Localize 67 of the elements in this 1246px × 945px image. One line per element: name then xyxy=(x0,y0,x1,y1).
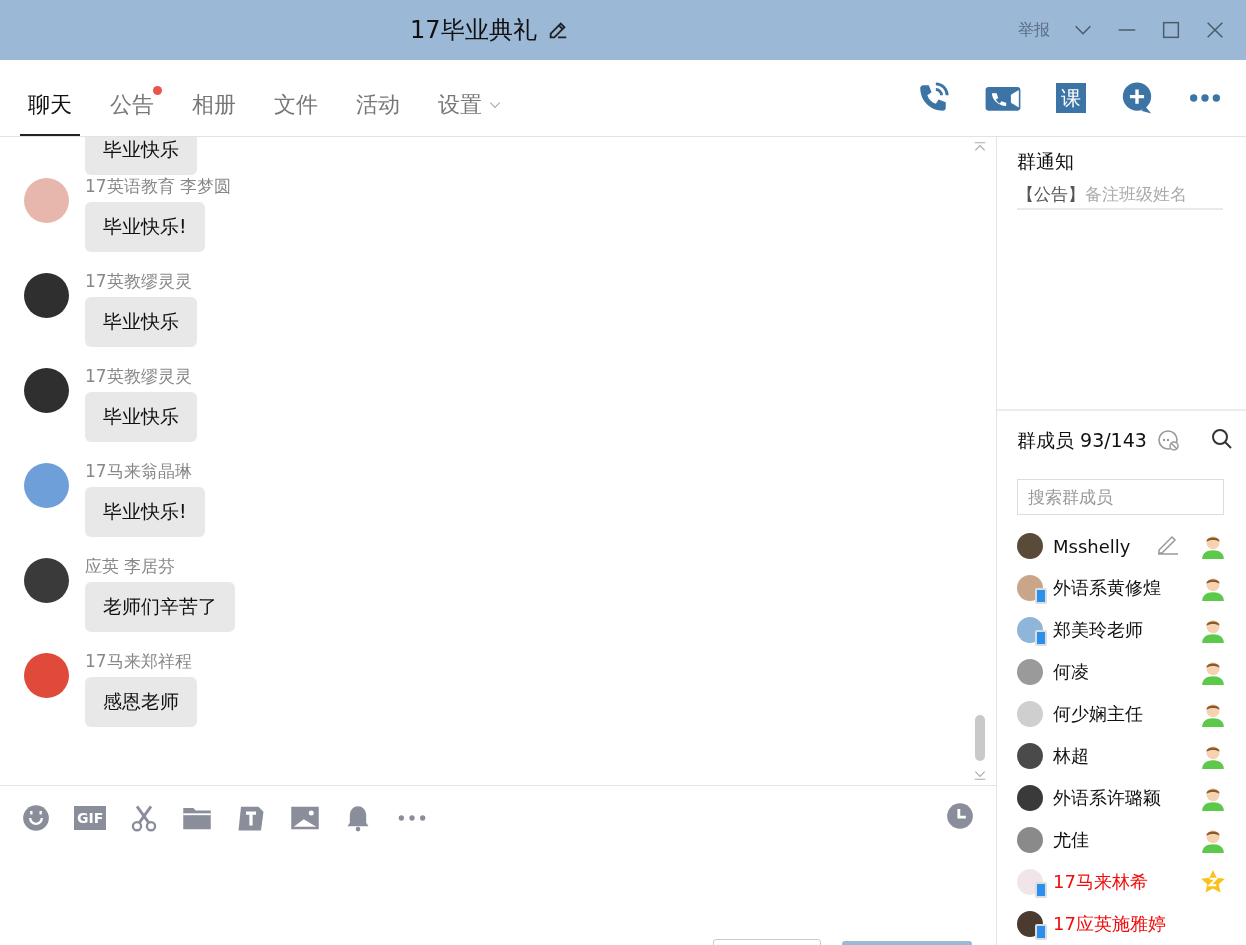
person-icon xyxy=(1200,659,1226,685)
person-icon xyxy=(1200,575,1226,601)
member-avatar[interactable] xyxy=(1017,533,1043,559)
tab[interactable]: 相册 xyxy=(184,74,244,136)
message-bubble: 老师们辛苦了 xyxy=(85,582,235,632)
tab[interactable]: 文件 xyxy=(266,74,326,136)
member-name[interactable]: 郑美玲老师 xyxy=(1053,618,1143,642)
notice-tag: 【公告】 xyxy=(1017,183,1085,206)
window-title: 17毕业典礼 xyxy=(410,15,537,46)
message-bubble: 感恩老师 xyxy=(85,677,197,727)
course-button[interactable]: 课 xyxy=(1056,83,1086,113)
star-icon xyxy=(1200,869,1226,895)
member-name[interactable]: 外语系黄修煌 xyxy=(1053,576,1161,600)
report-link[interactable]: 举报 xyxy=(1018,19,1050,41)
member-name[interactable]: 17应英施雅婷 xyxy=(1053,912,1166,936)
tab[interactable]: 聊天 xyxy=(20,74,80,136)
avatar[interactable] xyxy=(24,273,69,318)
member-name[interactable]: 外语系许璐颖 xyxy=(1053,786,1161,810)
phone-badge-icon xyxy=(1035,924,1047,940)
message-bubble: 毕业快乐 xyxy=(85,297,197,347)
member-name[interactable]: 何少娴主任 xyxy=(1053,702,1143,726)
members-title: 群成员 93/143 xyxy=(1017,428,1147,453)
phone-badge-icon xyxy=(1035,588,1047,604)
maximize-icon[interactable] xyxy=(1160,19,1182,41)
add-chat-icon[interactable] xyxy=(1120,81,1154,115)
sender-name: 17马来郑祥程 xyxy=(85,650,193,673)
sender-name: 17英语教育 李梦圆 xyxy=(85,175,232,198)
avatar[interactable] xyxy=(24,558,69,603)
message-bubble: 毕业快乐 xyxy=(85,137,197,175)
member-name[interactable]: 尤佳 xyxy=(1053,828,1089,852)
message-bubble: 毕业快乐! xyxy=(85,202,205,252)
member-name[interactable]: Msshelly xyxy=(1053,535,1131,557)
search-icon[interactable] xyxy=(1210,427,1234,451)
member-search-field[interactable]: 搜索群成员 xyxy=(1017,479,1224,515)
phone-badge-icon xyxy=(1035,882,1047,898)
notice-title: 群通知 xyxy=(1017,149,1075,174)
person-icon xyxy=(1200,617,1226,643)
scrollbar-thumb[interactable] xyxy=(975,715,985,761)
tab[interactable]: 活动 xyxy=(348,74,408,136)
person-icon xyxy=(1200,701,1226,727)
member-name[interactable]: 林超 xyxy=(1053,744,1089,768)
clock-icon[interactable] xyxy=(946,802,974,830)
member-avatar[interactable] xyxy=(1017,785,1043,811)
notice-text: 备注班级姓名 xyxy=(1085,183,1187,206)
close-icon[interactable] xyxy=(1204,19,1226,41)
tab[interactable]: 设置 xyxy=(430,74,510,136)
message-bubble: 毕业快乐! xyxy=(85,487,205,537)
notification-dot xyxy=(153,86,162,95)
member-avatar[interactable] xyxy=(1017,743,1043,769)
scissors-icon[interactable] xyxy=(130,804,159,832)
sender-name: 17英教缪灵灵 xyxy=(85,270,193,293)
emoji-icon[interactable] xyxy=(22,804,50,832)
phone-badge-icon xyxy=(1035,630,1047,646)
member-name[interactable]: 何凌 xyxy=(1053,660,1089,684)
person-icon xyxy=(1200,743,1226,769)
avatar[interactable] xyxy=(24,368,69,413)
sender-name: 应英 李居芬 xyxy=(85,555,177,578)
sender-name: 17马来翁晶琳 xyxy=(85,460,193,483)
gif-button[interactable]: GIF xyxy=(74,806,107,830)
person-icon xyxy=(1200,533,1226,559)
member-name[interactable]: 17马来林希 xyxy=(1053,870,1148,894)
message-bubble: 毕业快乐 xyxy=(85,392,197,442)
person-icon xyxy=(1200,827,1226,853)
tab[interactable]: 公告 xyxy=(102,74,162,136)
chat-bubble-icon[interactable] xyxy=(1156,429,1181,453)
person-icon xyxy=(1200,785,1226,811)
sender-name: 17英教缪灵灵 xyxy=(85,365,193,388)
